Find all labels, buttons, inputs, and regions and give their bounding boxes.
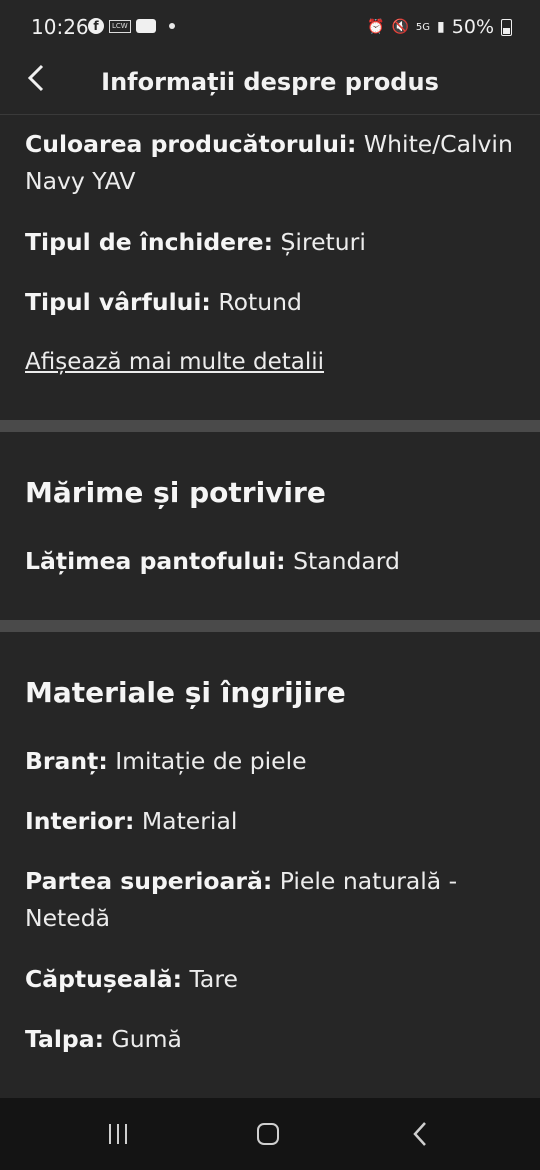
notification-icons: f LCW <box>88 18 175 34</box>
status-bar: 10:26 f LCW ⏰ 🔇 5G ▮ 50% <box>0 0 540 56</box>
material-row: Interior: Material <box>25 803 520 840</box>
detail-label: Tipul vârfului: <box>25 288 211 316</box>
system-nav-bar <box>0 1098 540 1170</box>
size-fit-title: Mărime și potrivire <box>25 476 326 509</box>
back-icon <box>413 1122 426 1146</box>
materials-care-title: Materiale și îngrijire <box>25 676 346 709</box>
material-row: Căptușeală: Tare <box>25 961 520 998</box>
detail-label: Tipul de închidere: <box>25 228 274 256</box>
network-5g-icon: 5G <box>415 21 431 33</box>
mute-icon: 🔇 <box>391 19 409 35</box>
detail-value: Gumă <box>111 1025 182 1053</box>
detail-label: Lățimea pantofului: <box>25 547 286 575</box>
recents-icon <box>109 1124 127 1144</box>
detail-value: Rotund <box>218 288 302 316</box>
back-nav-button[interactable] <box>400 1118 440 1150</box>
section-divider <box>0 420 540 432</box>
detail-label: Branț: <box>25 747 108 775</box>
signal-icon: ▮ <box>437 19 445 35</box>
page-title: Informații despre produs <box>101 68 439 96</box>
app-header: Informații despre produs <box>0 56 540 115</box>
detail-label: Partea superioară: <box>25 867 273 895</box>
detail-label: Culoarea producătorului: <box>25 130 357 158</box>
detail-label: Talpa: <box>25 1025 104 1053</box>
recents-button[interactable] <box>98 1118 138 1150</box>
battery-icon <box>501 18 512 36</box>
detail-shoe-width: Lățimea pantofului: Standard <box>25 543 520 580</box>
detail-value: Standard <box>293 547 400 575</box>
facebook-icon: f <box>88 18 104 34</box>
material-row: Partea superioară: Piele naturală - Nete… <box>25 863 520 937</box>
show-more-details-link[interactable]: Afișează mai multe detalii <box>25 349 324 375</box>
detail-value: Tare <box>189 965 238 993</box>
home-button[interactable] <box>248 1118 288 1150</box>
alarm-icon: ⏰ <box>367 19 385 35</box>
material-row: Branț: Imitație de piele <box>25 743 520 780</box>
more-notifications-icon <box>168 23 175 29</box>
detail-toe-type: Tipul vârfului: Rotund <box>25 284 520 321</box>
detail-closure-type: Tipul de închidere: Șireturi <box>25 224 520 261</box>
shopping-app-icon <box>135 19 156 33</box>
detail-label: Interior: <box>25 807 135 835</box>
detail-manufacturer-color: Culoarea producătorului: White/Calvin Na… <box>25 126 520 200</box>
battery-percent: 50% <box>451 16 494 38</box>
home-icon <box>257 1123 279 1145</box>
section-divider <box>0 620 540 632</box>
lcw-icon: LCW <box>109 19 131 33</box>
system-icons: ⏰ 🔇 5G ▮ 50% <box>367 16 512 38</box>
detail-value: Șireturi <box>280 228 366 256</box>
detail-value: Imitație de piele <box>115 747 307 775</box>
status-time: 10:26 <box>31 15 89 39</box>
material-row: Talpa: Gumă <box>25 1021 520 1058</box>
detail-value: Material <box>141 807 238 835</box>
detail-label: Căptușeală: <box>25 965 182 993</box>
